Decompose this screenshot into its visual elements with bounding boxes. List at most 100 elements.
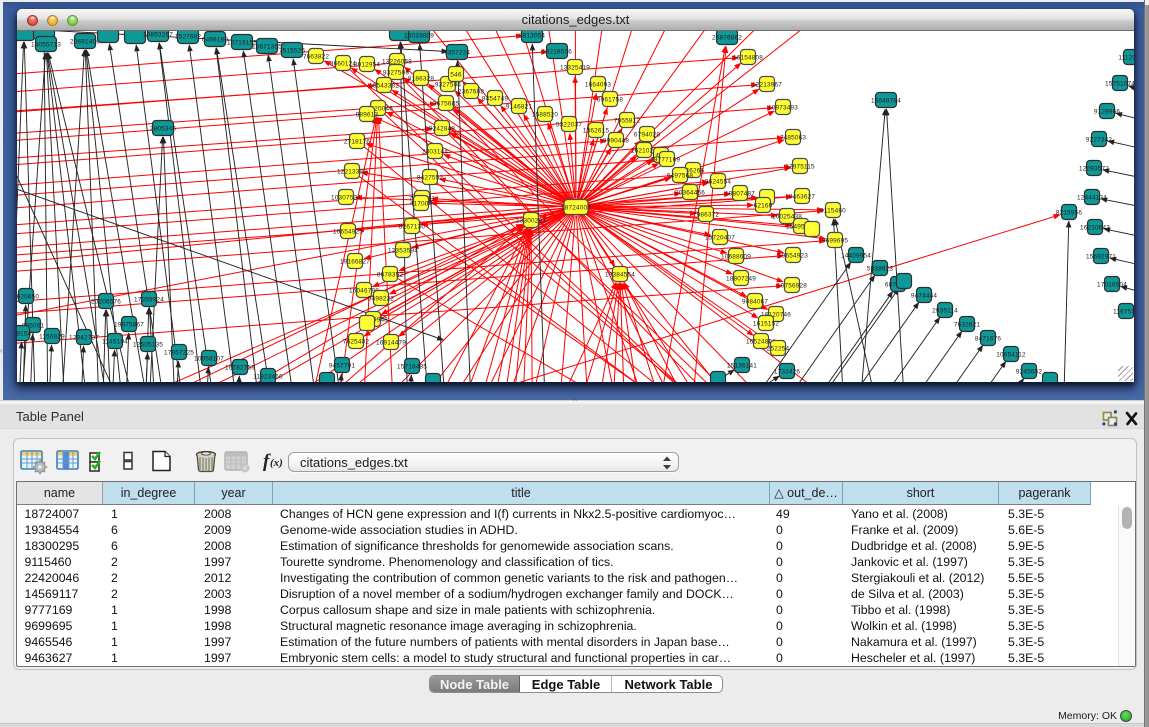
svg-text:16671355: 16671355 — [252, 43, 282, 50]
svg-text:8454749: 8454749 — [482, 95, 509, 102]
svg-text:8678352: 8678352 — [377, 271, 404, 278]
svg-text:6961758: 6961758 — [597, 96, 624, 103]
svg-text:989613: 989613 — [356, 111, 379, 118]
svg-text:9777169: 9777169 — [654, 156, 681, 163]
svg-text:12093572: 12093572 — [1079, 165, 1109, 172]
svg-text:1527602: 1527602 — [175, 33, 202, 40]
svg-text:17016504: 17016504 — [1097, 281, 1127, 288]
svg-text:10807487: 10807487 — [725, 190, 755, 197]
svg-text:20691406: 20691406 — [70, 38, 100, 45]
svg-text:8267130: 8267130 — [399, 223, 426, 230]
svg-text:9115460: 9115460 — [820, 207, 846, 214]
svg-text:5938923: 5938923 — [867, 265, 894, 272]
svg-text:15720407: 15720407 — [705, 234, 735, 241]
svg-text:9129966: 9129966 — [1094, 108, 1121, 115]
svg-text:2805346: 2805346 — [150, 125, 177, 132]
svg-text:1733426: 1733426 — [774, 368, 801, 375]
svg-text:18807249: 18807249 — [726, 275, 756, 282]
svg-text:19384554: 19384554 — [605, 271, 635, 278]
svg-text:5498222: 5498222 — [368, 295, 395, 302]
svg-text:417004: 417004 — [410, 200, 433, 207]
svg-text:20206576: 20206576 — [91, 298, 121, 305]
svg-text:10307534: 10307534 — [331, 194, 361, 201]
svg-text:7625402: 7625402 — [343, 338, 370, 345]
svg-text:9463627: 9463627 — [789, 193, 816, 200]
svg-text:9327504: 9327504 — [435, 81, 462, 88]
svg-text:1362615: 1362615 — [583, 127, 610, 134]
svg-text:3675685: 3675685 — [433, 100, 460, 107]
svg-text:2367608: 2367608 — [458, 88, 485, 95]
svg-text:16154808: 16154808 — [733, 54, 763, 61]
svg-text:13325419: 13325419 — [560, 64, 590, 71]
svg-text:12942737: 12942737 — [69, 334, 99, 341]
svg-text:6466160: 6466160 — [202, 36, 229, 43]
svg-text:3624554: 3624554 — [705, 178, 732, 185]
svg-text:16914479: 16914479 — [376, 339, 406, 346]
svg-text:9474444: 9474444 — [911, 292, 938, 299]
svg-text:8912954: 8912954 — [354, 61, 381, 68]
svg-text:19975867: 19975867 — [114, 321, 144, 328]
svg-text:11923466: 11923466 — [253, 373, 283, 380]
svg-text:10973493: 10973493 — [768, 104, 798, 111]
svg-text:9084067: 9084067 — [742, 298, 769, 305]
svg-text:14055713: 14055713 — [31, 41, 61, 48]
svg-text:20364456: 20364456 — [675, 189, 705, 196]
svg-text:19218506: 19218506 — [542, 48, 572, 55]
svg-text:8660124: 8660124 — [330, 60, 357, 67]
svg-text:9699695: 9699695 — [822, 237, 849, 244]
svg-text:8813054: 8813054 — [519, 32, 546, 39]
svg-text:17359924: 17359924 — [134, 296, 164, 303]
svg-text:1615152: 1615152 — [753, 320, 780, 327]
svg-text:8471676: 8471676 — [975, 335, 1002, 342]
svg-text:2718176: 2718176 — [344, 138, 371, 145]
svg-text:6497568: 6497568 — [667, 172, 694, 179]
svg-text:16543382: 16543382 — [369, 82, 399, 89]
svg-text:(x): (x) — [270, 457, 283, 469]
svg-text:1112049: 1112049 — [1118, 54, 1134, 61]
svg-text:15751074: 15751074 — [1105, 80, 1134, 87]
svg-text:8427552: 8427552 — [417, 174, 444, 181]
svg-text:10654112: 10654112 — [996, 351, 1026, 358]
svg-text:16648784: 16648784 — [871, 97, 901, 104]
svg-text:26876862: 26876862 — [712, 34, 742, 41]
svg-text:39154: 39154 — [17, 330, 32, 337]
svg-text:16782759: 16782759 — [225, 364, 255, 371]
svg-text:15716485: 15716485 — [397, 363, 427, 370]
svg-text:12213967: 12213967 — [752, 81, 782, 88]
svg-text:10958107: 10958107 — [194, 355, 224, 362]
svg-text:10853267: 10853267 — [143, 31, 173, 38]
svg-text:252254: 252254 — [767, 345, 790, 352]
svg-text:9242848: 9242848 — [429, 125, 456, 132]
svg-text:1156829: 1156829 — [39, 333, 65, 340]
svg-text:1145194: 1145194 — [102, 338, 128, 345]
svg-text:19654923: 19654923 — [778, 252, 808, 259]
svg-text:7663822: 7663822 — [303, 53, 330, 60]
svg-text:12444134: 12444134 — [1077, 194, 1107, 201]
svg-text:7955812: 7955812 — [614, 117, 641, 124]
svg-text:8186328: 8186328 — [408, 75, 435, 82]
svg-text:12353594: 12353594 — [388, 247, 418, 254]
svg-text:17957225: 17957225 — [164, 349, 194, 356]
svg-text:2935114: 2935114 — [932, 307, 958, 314]
svg-text:10654925: 10654925 — [333, 228, 363, 235]
svg-text:9227342: 9227342 — [1086, 136, 1113, 143]
svg-text:62160: 62160 — [754, 202, 773, 209]
svg-text:1167533: 1167533 — [1113, 308, 1134, 315]
svg-text:14409954: 14409954 — [841, 252, 871, 259]
svg-text:6794028: 6794028 — [634, 131, 661, 138]
svg-text:9146821: 9146821 — [506, 103, 533, 110]
svg-text:7986372: 7986372 — [693, 211, 720, 218]
svg-text:8215956: 8215956 — [1056, 209, 1083, 216]
svg-text:7515526: 7515526 — [279, 47, 306, 54]
svg-text:5322037: 5322037 — [556, 121, 583, 128]
svg-text:1588520: 1588520 — [532, 111, 559, 118]
svg-text:15136141: 15136141 — [727, 362, 757, 369]
svg-text:2620650: 2620650 — [17, 293, 39, 300]
svg-text:1664093: 1664093 — [585, 81, 612, 88]
svg-text:18724007: 18724007 — [561, 204, 591, 211]
svg-text:9457791: 9457791 — [329, 362, 356, 369]
svg-text:2803144: 2803144 — [422, 148, 449, 155]
svg-text:16210643: 16210643 — [1080, 224, 1110, 231]
svg-text:19166827: 19166827 — [340, 258, 370, 265]
svg-text:7632621: 7632621 — [954, 321, 981, 328]
